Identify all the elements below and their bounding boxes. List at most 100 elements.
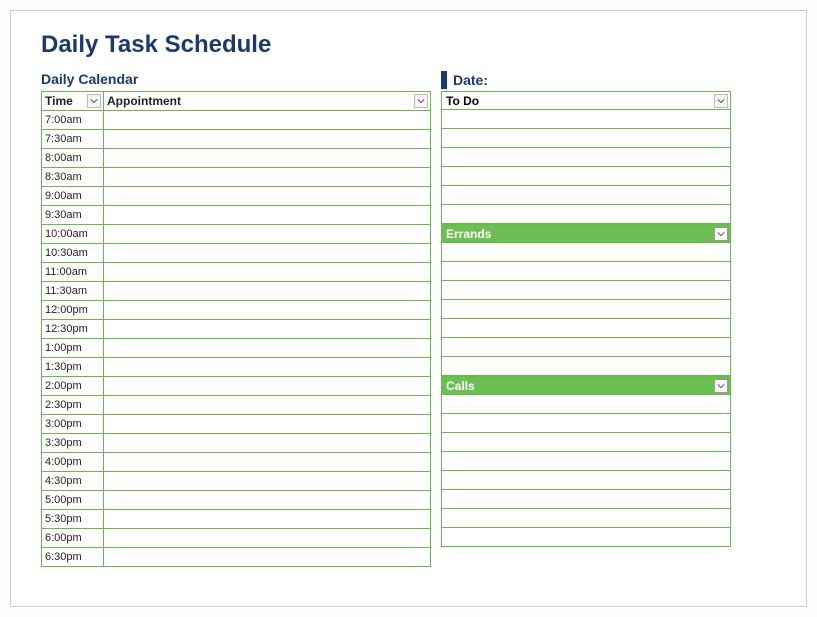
time-cell[interactable]: 2:00pm [42, 377, 104, 396]
table-row: 4:00pm [42, 453, 431, 472]
table-row: 3:30pm [42, 434, 431, 453]
chevron-down-icon[interactable] [714, 94, 728, 108]
appointment-cell[interactable] [104, 149, 431, 168]
appointment-cell[interactable] [104, 510, 431, 529]
table-row: 6:00pm [42, 529, 431, 548]
table-row: 10:30am [42, 244, 431, 263]
table-row: 2:30pm [42, 396, 431, 415]
appointment-cell[interactable] [104, 453, 431, 472]
list-item[interactable] [441, 471, 731, 490]
time-cell[interactable]: 4:00pm [42, 453, 104, 472]
appointment-cell[interactable] [104, 529, 431, 548]
appointment-cell[interactable] [104, 244, 431, 263]
appointment-cell[interactable] [104, 206, 431, 225]
appointment-cell[interactable] [104, 282, 431, 301]
appointment-column-header[interactable]: Appointment [104, 92, 431, 111]
list-item[interactable] [441, 319, 731, 338]
appointment-cell[interactable] [104, 434, 431, 453]
time-cell[interactable]: 5:00pm [42, 491, 104, 510]
list-item[interactable] [441, 262, 731, 281]
table-row: 9:00am [42, 187, 431, 206]
chevron-down-icon[interactable] [714, 227, 728, 241]
list-item[interactable] [441, 395, 731, 414]
list-item[interactable] [441, 110, 731, 129]
time-cell[interactable]: 6:30pm [42, 548, 104, 567]
list-item[interactable] [441, 186, 731, 205]
time-cell[interactable]: 7:00am [42, 111, 104, 130]
list-item[interactable] [441, 281, 731, 300]
time-cell[interactable]: 12:30pm [42, 320, 104, 339]
appointment-cell[interactable] [104, 320, 431, 339]
list-item[interactable] [441, 414, 731, 433]
section-title: Calls [446, 379, 475, 393]
time-cell[interactable]: 8:30am [42, 168, 104, 187]
time-cell[interactable]: 3:30pm [42, 434, 104, 453]
list-item[interactable] [441, 509, 731, 528]
time-cell[interactable]: 10:30am [42, 244, 104, 263]
list-item[interactable] [441, 433, 731, 452]
section-header[interactable]: Calls [441, 376, 731, 395]
table-row: 9:30am [42, 206, 431, 225]
section-header[interactable]: To Do [441, 91, 731, 110]
time-cell[interactable]: 6:00pm [42, 529, 104, 548]
time-cell[interactable]: 11:30am [42, 282, 104, 301]
appointment-cell[interactable] [104, 263, 431, 282]
time-cell[interactable]: 3:00pm [42, 415, 104, 434]
list-item[interactable] [441, 490, 731, 509]
time-cell[interactable]: 1:30pm [42, 358, 104, 377]
chevron-down-icon[interactable] [714, 379, 728, 393]
appointment-cell[interactable] [104, 415, 431, 434]
appointment-cell[interactable] [104, 301, 431, 320]
appointment-cell[interactable] [104, 358, 431, 377]
time-cell[interactable]: 7:30am [42, 130, 104, 149]
table-row: 12:00pm [42, 301, 431, 320]
time-column-header[interactable]: Time [42, 92, 104, 111]
page-title: Daily Task Schedule [41, 31, 776, 59]
time-cell[interactable]: 9:30am [42, 206, 104, 225]
content-columns: Daily Calendar Time Appointment [41, 71, 776, 567]
appointment-cell[interactable] [104, 130, 431, 149]
table-row: 8:30am [42, 168, 431, 187]
appointment-header-label: Appointment [107, 94, 181, 108]
appointment-cell[interactable] [104, 168, 431, 187]
list-item[interactable] [441, 338, 731, 357]
appointment-cell[interactable] [104, 339, 431, 358]
chevron-down-icon[interactable] [414, 94, 428, 108]
appointment-cell[interactable] [104, 377, 431, 396]
list-item[interactable] [441, 167, 731, 186]
appointment-cell[interactable] [104, 187, 431, 206]
list-item[interactable] [441, 243, 731, 262]
time-cell[interactable]: 5:30pm [42, 510, 104, 529]
appointment-cell[interactable] [104, 396, 431, 415]
tasks-column: Date: To Do Errands Calls [441, 71, 731, 567]
calendar-header-row: Time Appointment [42, 92, 431, 111]
list-item[interactable] [441, 205, 731, 224]
appointment-cell[interactable] [104, 548, 431, 567]
list-item[interactable] [441, 528, 731, 547]
time-cell[interactable]: 2:30pm [42, 396, 104, 415]
time-cell[interactable]: 4:30pm [42, 472, 104, 491]
list-item[interactable] [441, 300, 731, 319]
time-cell[interactable]: 11:00am [42, 263, 104, 282]
date-label-text: Date: [453, 72, 488, 88]
appointment-cell[interactable] [104, 472, 431, 491]
chevron-down-icon[interactable] [87, 94, 101, 108]
list-item[interactable] [441, 148, 731, 167]
time-cell[interactable]: 8:00am [42, 149, 104, 168]
document-frame: Daily Task Schedule Daily Calendar Time … [10, 10, 807, 607]
list-item[interactable] [441, 129, 731, 148]
time-cell[interactable]: 9:00am [42, 187, 104, 206]
date-heading: Date: [441, 71, 731, 89]
table-row: 3:00pm [42, 415, 431, 434]
calendar-heading: Daily Calendar [41, 71, 431, 89]
table-row: 5:30pm [42, 510, 431, 529]
section-header[interactable]: Errands [441, 224, 731, 243]
appointment-cell[interactable] [104, 111, 431, 130]
time-cell[interactable]: 10:00am [42, 225, 104, 244]
time-cell[interactable]: 12:00pm [42, 301, 104, 320]
time-cell[interactable]: 1:00pm [42, 339, 104, 358]
list-item[interactable] [441, 357, 731, 376]
appointment-cell[interactable] [104, 491, 431, 510]
appointment-cell[interactable] [104, 225, 431, 244]
list-item[interactable] [441, 452, 731, 471]
